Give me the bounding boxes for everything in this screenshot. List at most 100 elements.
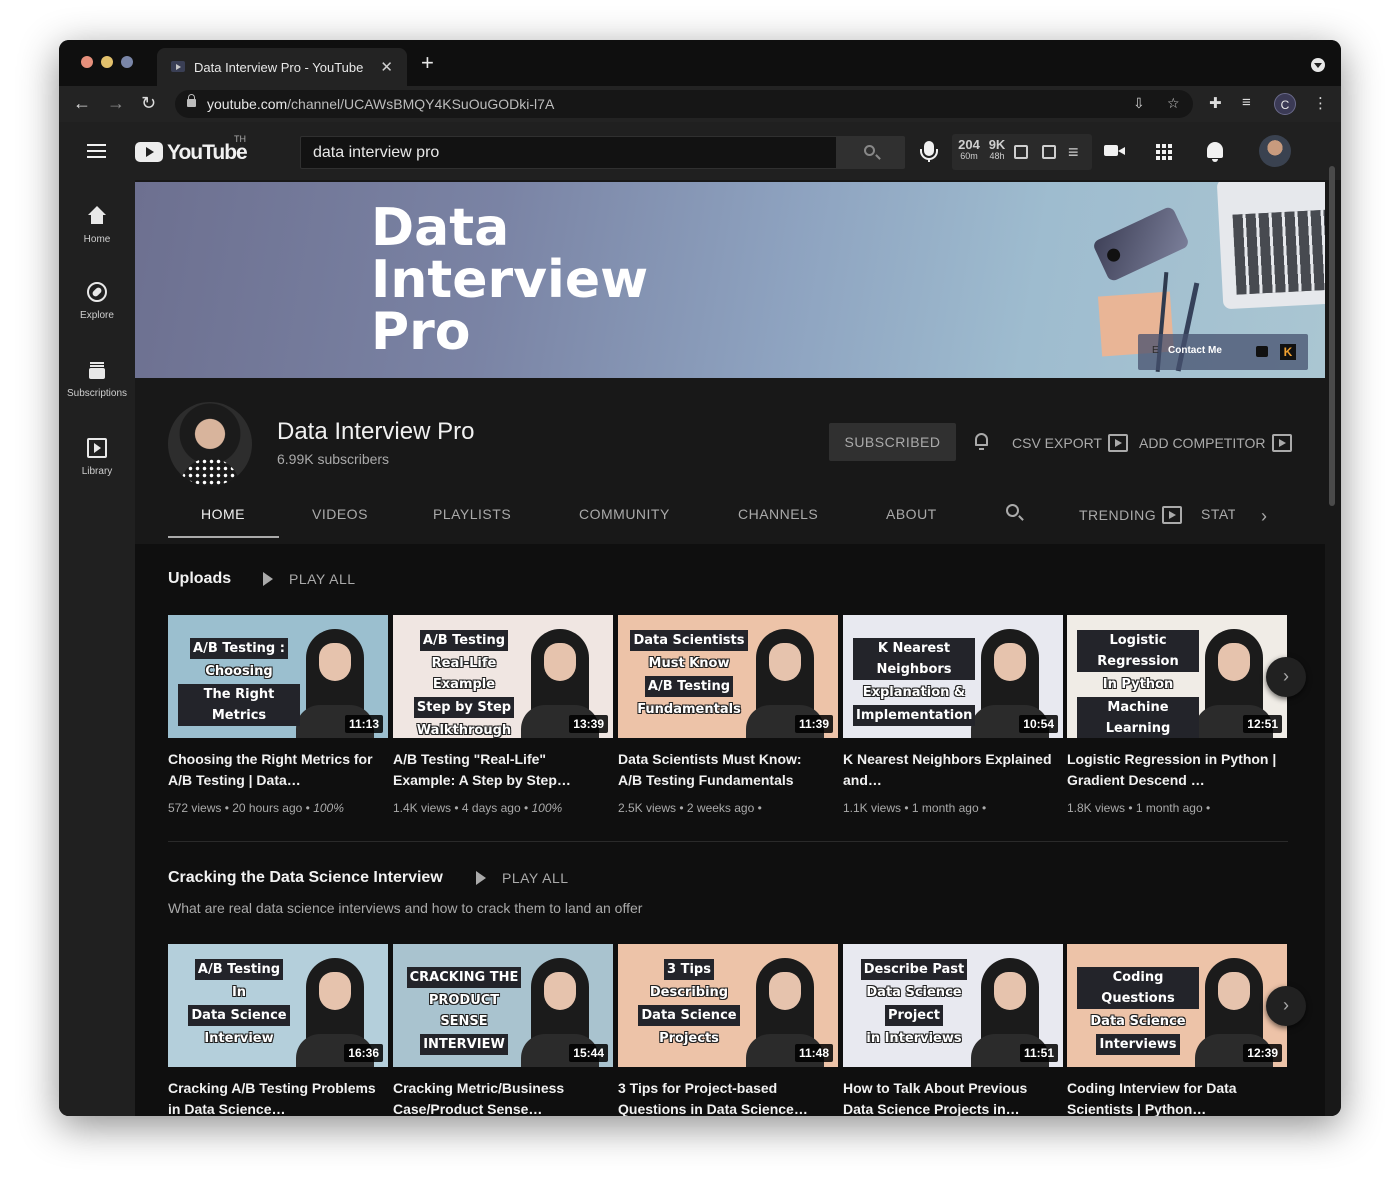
guide-item-subscriptions[interactable]: Subscriptions [59,360,135,399]
reload-icon[interactable]: ↻ [141,92,156,114]
video-card[interactable]: Coding Questions Data Science Interviews 12… [1067,944,1287,1116]
tab-channels[interactable]: CHANNELS [738,506,818,522]
list-icon[interactable]: ≡ [1068,142,1079,163]
video-card[interactable]: Logistic Regression In Python Machine Lear… [1067,615,1287,825]
video-title[interactable]: Choosing the Right Metrics for A/B Testi… [168,749,378,791]
youtube-play-icon [135,142,163,162]
video-card[interactable]: A/B Testing Real-Life Example Step by Step… [393,615,613,825]
apps-grid-icon[interactable] [1156,144,1172,160]
vidiq-icon [1271,434,1292,452]
video-card[interactable]: Describe Past Data Science Project in Inter… [843,944,1063,1116]
csv-export-button[interactable]: CSV EXPORT [1012,434,1128,452]
back-arrow-icon[interactable]: ← [73,92,91,114]
shelf-next-button[interactable]: › [1266,986,1306,1026]
install-app-icon[interactable]: ⇩ [1133,95,1145,112]
video-thumbnail[interactable]: Coding Questions Data Science Interviews 12… [1067,944,1287,1067]
video-duration: 11:48 [794,1044,833,1062]
video-title[interactable]: How to Talk About Previous Data Science … [843,1078,1053,1116]
video-thumbnail[interactable]: K Nearest Neighbors Explanation & Implemen… [843,615,1063,738]
video-card[interactable]: K Nearest Neighbors Explanation & Implemen… [843,615,1063,825]
video-card[interactable]: Data Scientists Must Know A/B Testing Funda… [618,615,838,825]
tab-home[interactable]: HOME [201,506,245,522]
search-button[interactable] [837,136,905,169]
thumbnail-text: K Nearest Neighbors Explanation & Implemen… [853,637,976,727]
video-card[interactable]: CRACKING THE PRODUCT SENSE INTERVIEW 15:44 C… [393,944,613,1116]
channel-banner: Data Interview Pro E Contact Me K [135,182,1325,378]
extensions-puzzle-icon[interactable]: ✚ [1209,94,1222,112]
video-title[interactable]: Logistic Regression in Python | Gradient… [1067,749,1277,791]
medium-link-icon[interactable] [1256,346,1268,357]
subscribed-button[interactable]: SUBSCRIBED [829,423,956,461]
video-thumbnail[interactable]: A/B Testing In Data Science Interview 16:36 [168,944,388,1067]
notification-bell-icon[interactable] [975,433,988,450]
channel-search-icon[interactable] [1006,504,1019,517]
tabs-next-chevron-icon[interactable]: › [1261,506,1267,527]
video-title[interactable]: Coding Interview for Data Scientists | P… [1067,1078,1277,1116]
play-all-button[interactable]: PLAY ALL [263,571,356,587]
video-thumbnail[interactable]: 3 Tips Describing Data Science Projects 11:4… [618,944,838,1067]
account-avatar[interactable] [1259,135,1291,167]
bookmark-star-icon[interactable]: ☆ [1167,95,1180,112]
video-card[interactable]: 3 Tips Describing Data Science Projects 11:4… [618,944,838,1116]
menu-hamburger-icon[interactable] [87,144,106,158]
tab-search-icon[interactable] [1311,58,1325,72]
shelf-next-button[interactable]: › [1266,657,1306,697]
profile-avatar[interactable]: C [1274,93,1296,115]
zoom-window-button[interactable] [121,56,133,68]
add-competitor-button[interactable]: ADD COMPETITOR [1139,434,1292,452]
new-tab-button[interactable]: + [421,52,434,74]
thumbnail-text: Coding Questions Data Science Interviews [1077,966,1199,1056]
video-title[interactable]: Cracking A/B Testing Problems in Data Sc… [168,1078,378,1116]
tab-videos[interactable]: VIDEOS [312,506,368,522]
tab-about[interactable]: ABOUT [886,506,937,522]
search-input[interactable]: data interview pro [300,136,837,169]
close-window-button[interactable] [81,56,93,68]
shelf-title-uploads[interactable]: Uploads [168,570,231,588]
url-text: youtube.com/channel/UCAWsBMQY4KSuOuGODki… [207,96,555,112]
video-title[interactable]: Cracking Metric/Business Case/Product Se… [393,1078,603,1116]
vidiq-stat: 9K 48h [988,137,1006,161]
guide-item-home[interactable]: Home [59,206,135,245]
video-thumbnail[interactable]: CRACKING THE PRODUCT SENSE INTERVIEW 15:44 [393,944,613,1067]
video-thumbnail[interactable]: Logistic Regression In Python Machine Lear… [1067,615,1287,738]
vidiq-logo-icon[interactable] [1042,145,1056,159]
notifications-bell-icon[interactable] [1207,142,1223,162]
bar-chart-icon[interactable] [1014,145,1028,159]
youtube-wordmark: YouTube [167,141,248,164]
video-title[interactable]: 3 Tips for Project-based Questions in Da… [618,1078,828,1116]
address-bar[interactable]: youtube.com/channel/UCAWsBMQY4KSuOuGODki… [175,90,1193,118]
tab-playlists[interactable]: PLAYLISTS [433,506,511,522]
video-thumbnail[interactable]: Describe Past Data Science Project in Inter… [843,944,1063,1067]
guide-item-library[interactable]: Library [59,438,135,477]
video-thumbnail[interactable]: A/B Testing : Choosing The Right Metrics 11… [168,615,388,738]
video-title[interactable]: K Nearest Neighbors Explained and… [843,749,1053,791]
video-thumbnail[interactable]: A/B Testing Real-Life Example Step by Step… [393,615,613,738]
play-all-button[interactable]: PLAY ALL [476,870,569,886]
channel-avatar[interactable] [168,402,252,486]
video-duration: 13:39 [569,715,608,733]
minimize-window-button[interactable] [101,56,113,68]
tab-community[interactable]: COMMUNITY [579,506,670,522]
page-scrollbar[interactable] [1329,166,1335,506]
tab-stats[interactable]: STAT [1201,506,1235,522]
create-video-icon[interactable] [1104,145,1125,156]
k-link-icon[interactable]: K [1280,344,1296,360]
tab-trending[interactable]: TRENDING [1079,506,1183,524]
browser-menu-icon[interactable]: ⋮ [1313,94,1328,112]
close-tab-icon[interactable]: ✕ [380,58,393,76]
video-thumbnail[interactable]: Data Scientists Must Know A/B Testing Funda… [618,615,838,738]
video-title[interactable]: Data Scientists Must Know: A/B Testing F… [618,749,828,791]
contact-me-link[interactable]: Contact Me [1168,345,1222,356]
guide-label: Subscriptions [66,388,128,399]
forward-arrow-icon[interactable]: → [107,92,125,114]
browser-tab-active[interactable]: Data Interview Pro - YouTube ✕ [157,48,407,86]
video-card[interactable]: A/B Testing : Choosing The Right Metrics 11… [168,615,388,825]
video-title[interactable]: A/B Testing "Real-Life" Example: A Step … [393,749,603,791]
vidiq-stats-panel[interactable]: 204 60m 9K 48h ≡ [952,134,1092,170]
microphone-icon[interactable] [920,141,938,162]
video-card[interactable]: A/B Testing In Data Science Interview 16:36 C… [168,944,388,1116]
shelf-title-cracking[interactable]: Cracking the Data Science Interview [168,869,443,887]
thumbnail-text: A/B Testing Real-Life Example Step by Step… [403,629,525,738]
guide-item-explore[interactable]: Explore [59,282,135,321]
media-queue-icon[interactable]: ≡ [1242,94,1251,111]
